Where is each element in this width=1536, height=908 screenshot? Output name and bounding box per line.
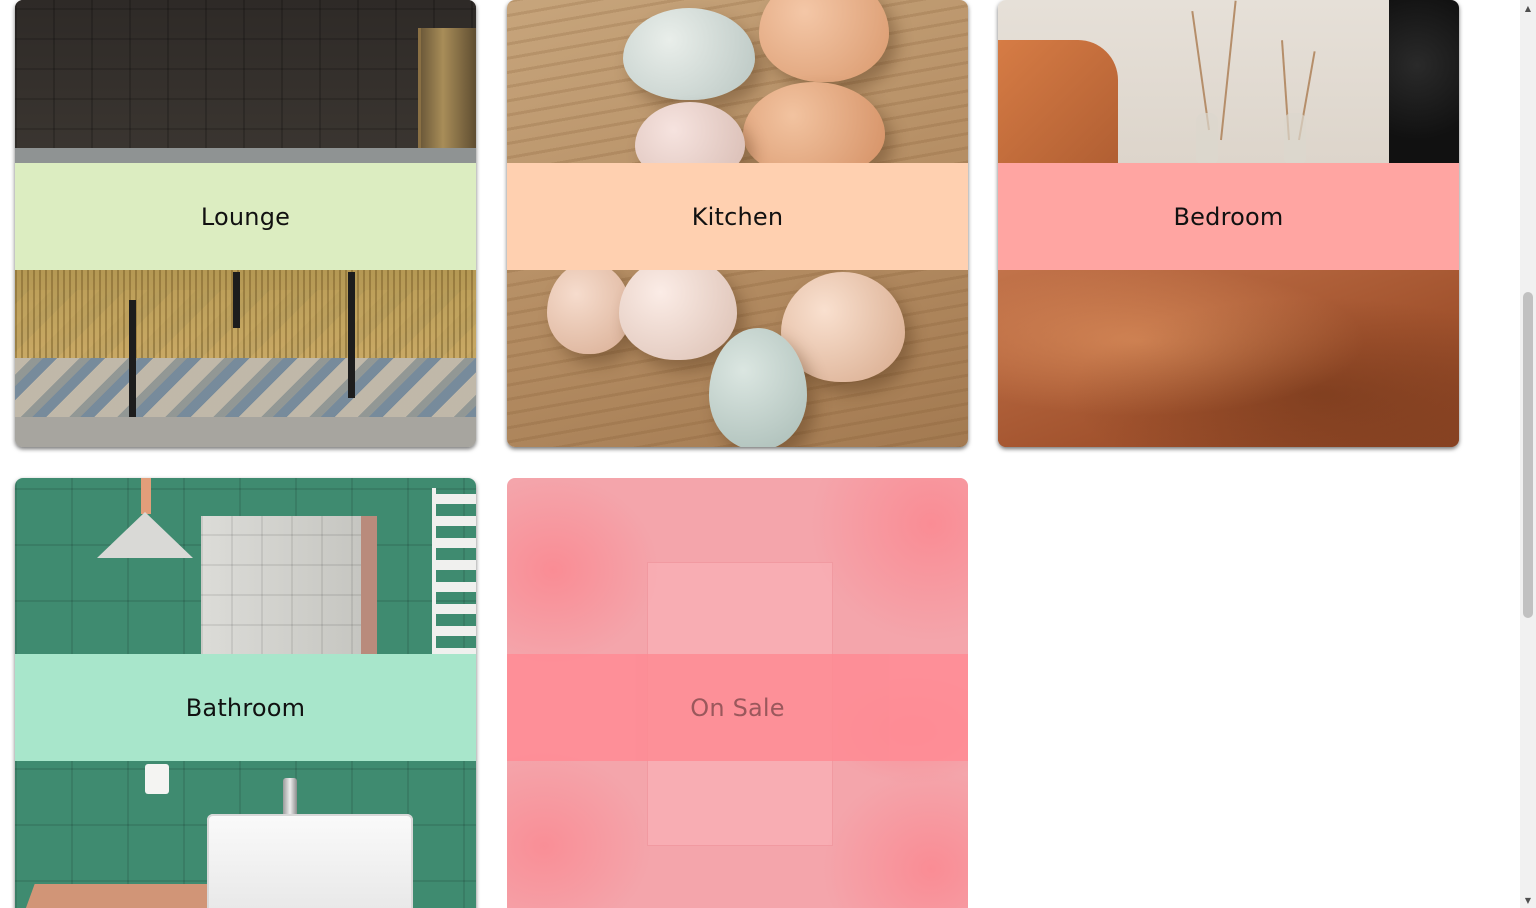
sink-tap <box>283 778 297 818</box>
egg <box>759 0 889 82</box>
category-card-kitchen[interactable]: Kitchen <box>507 0 968 447</box>
lounge-coffee-table <box>15 268 476 358</box>
category-band-on-sale: On Sale <box>507 654 968 761</box>
category-card-bedroom[interactable]: Bedroom <box>998 0 1459 447</box>
category-band-lounge: Lounge <box>15 163 476 270</box>
towel-radiator <box>432 488 476 658</box>
category-card-bathroom[interactable]: Bathroom <box>15 478 476 908</box>
wall-outlet <box>145 764 169 794</box>
scroll-thumb[interactable] <box>1523 292 1533 618</box>
triangle-up-icon[interactable]: ▲ <box>1520 0 1536 16</box>
page-viewport: Lounge Kitchen Bedroom Bathroom On Sale … <box>0 0 1536 908</box>
category-label: Lounge <box>200 202 291 231</box>
lounge-wall <box>15 0 476 160</box>
category-band-kitchen: Kitchen <box>507 163 968 270</box>
bathroom-sink <box>207 814 413 908</box>
category-band-bedroom: Bedroom <box>998 163 1459 270</box>
egg <box>623 8 755 100</box>
lounge-cabinet <box>418 28 476 163</box>
bedroom-plant <box>1389 0 1459 163</box>
bathroom-mirror <box>201 516 377 656</box>
category-band-bathroom: Bathroom <box>15 654 476 761</box>
category-label: Kitchen <box>691 202 784 231</box>
lounge-floor <box>15 417 476 447</box>
category-grid: Lounge Kitchen Bedroom Bathroom On Sale <box>0 0 1520 908</box>
pendant-lamp <box>97 512 193 558</box>
bedroom-pillow <box>998 40 1118 170</box>
vertical-scrollbar[interactable]: ▲ ▼ <box>1520 0 1536 908</box>
category-card-lounge[interactable]: Lounge <box>15 0 476 447</box>
egg <box>619 256 737 360</box>
category-label: On Sale <box>690 693 785 722</box>
category-card-on-sale[interactable]: On Sale <box>507 478 968 908</box>
category-label: Bedroom <box>1173 202 1284 231</box>
bedroom-blanket <box>998 270 1459 447</box>
dried-flower-stem <box>1220 0 1237 141</box>
lamp-cord <box>141 478 151 514</box>
glass-vase <box>1196 113 1218 163</box>
triangle-down-icon[interactable]: ▼ <box>1520 892 1536 908</box>
category-label: Bathroom <box>185 693 306 722</box>
lounge-table-leg <box>348 272 355 398</box>
glass-vase <box>1284 113 1306 163</box>
lounge-table-leg <box>233 272 240 328</box>
